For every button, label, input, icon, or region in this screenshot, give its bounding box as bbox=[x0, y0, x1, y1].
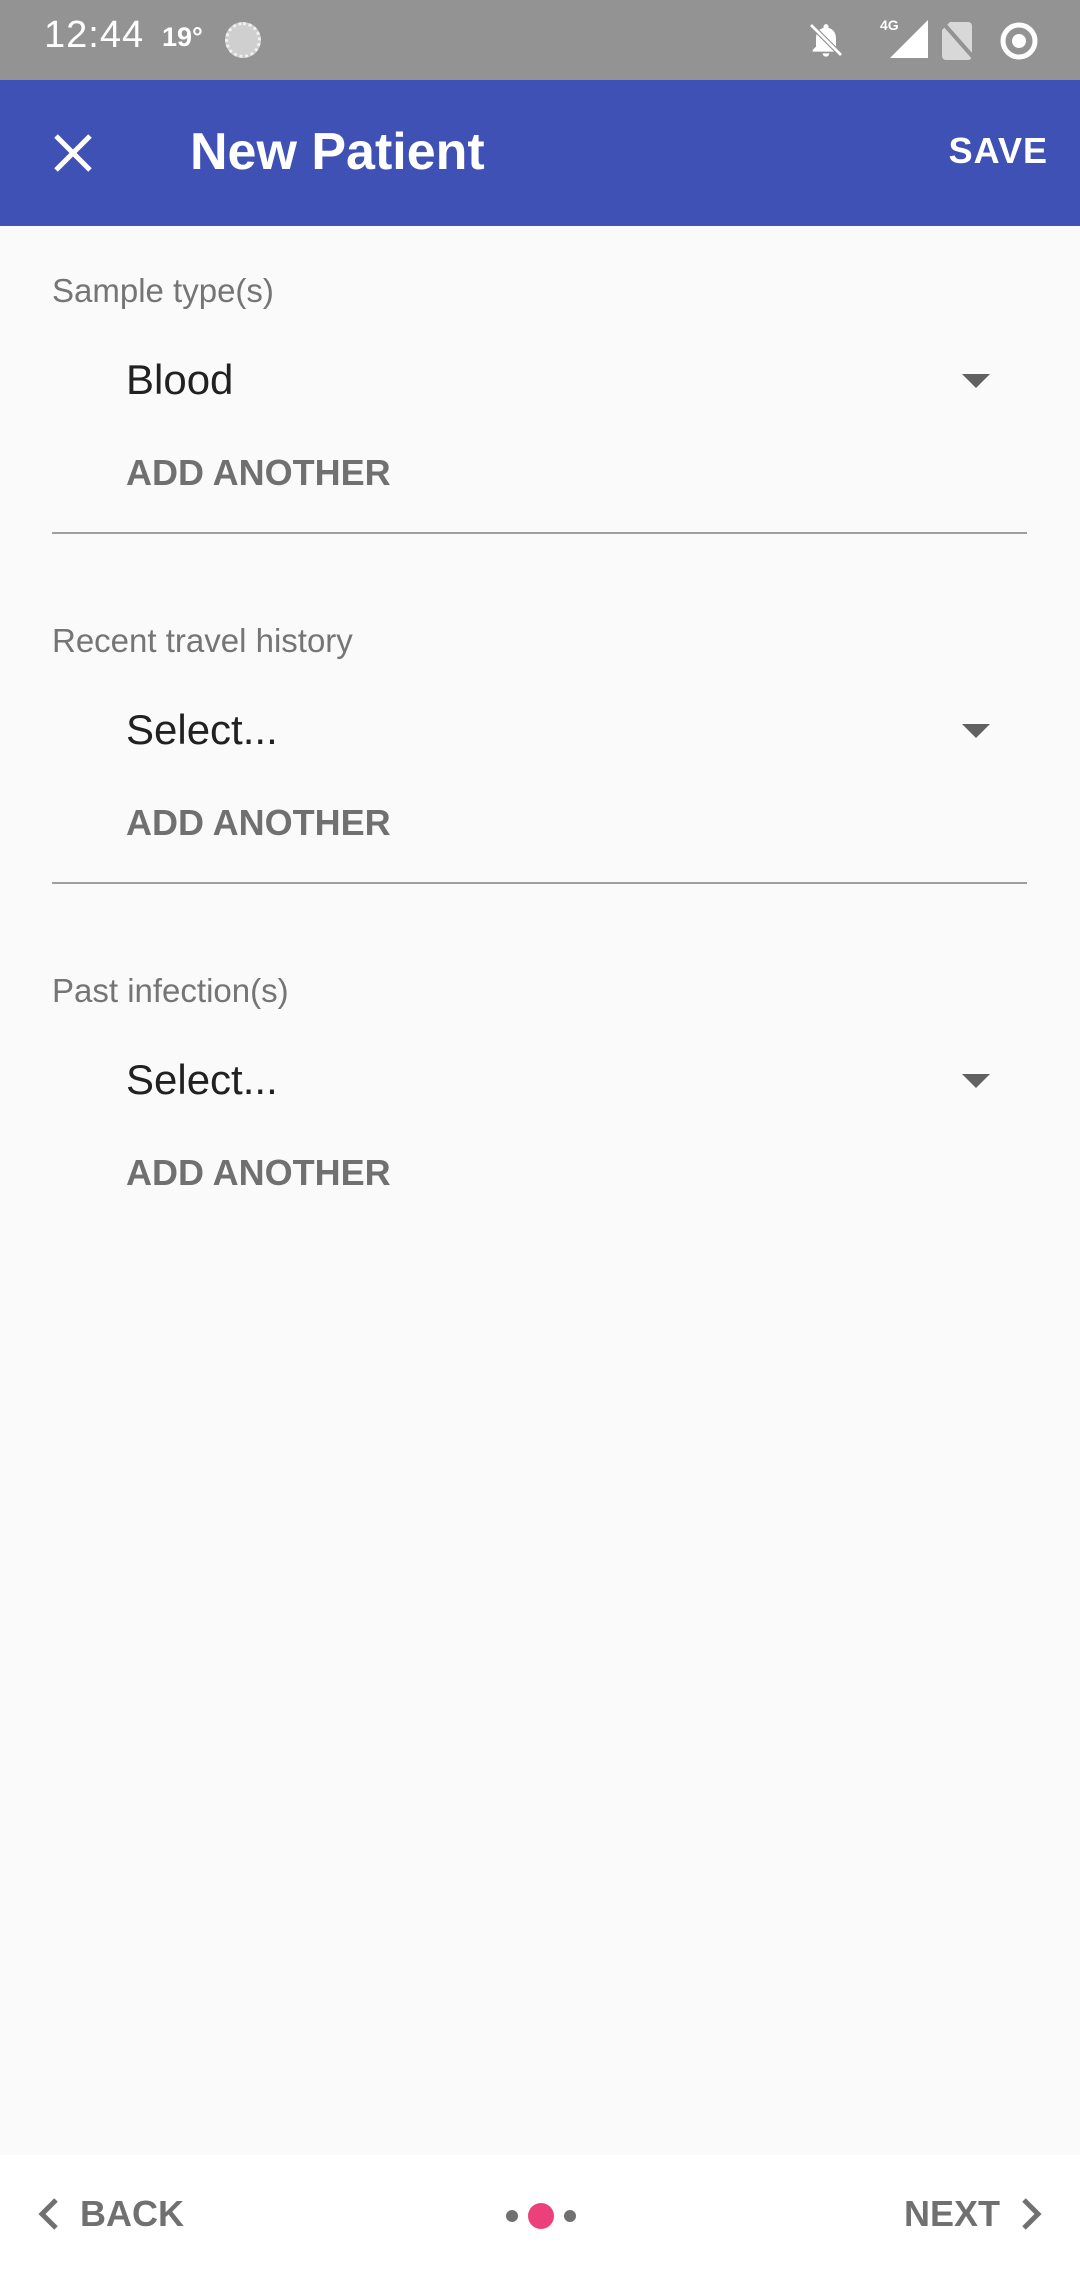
sample-type-label: Sample type(s) bbox=[52, 272, 274, 309]
divider bbox=[52, 532, 1027, 534]
add-another-travel-history-button[interactable]: ADD ANOTHER bbox=[126, 802, 391, 844]
next-button-label: NEXT bbox=[903, 2193, 1000, 2234]
page-dot-active bbox=[528, 2203, 554, 2229]
travel-history-label: Recent travel history bbox=[52, 622, 353, 659]
back-button[interactable]: BACK bbox=[36, 2193, 184, 2235]
status-temperature: 19° bbox=[162, 22, 203, 52]
app-bar: New Patient SAVE bbox=[0, 80, 1080, 226]
chevron-right-icon bbox=[1022, 2198, 1042, 2230]
page-dot bbox=[506, 2210, 518, 2222]
notifications-off-icon bbox=[806, 20, 846, 65]
save-button[interactable]: SAVE bbox=[949, 130, 1048, 172]
travel-history-section: Recent travel history Select... ADD ANOT… bbox=[52, 622, 1027, 922]
past-infections-section: Past infection(s) Select... ADD ANOTHER bbox=[52, 972, 1027, 1232]
sample-type-select[interactable]: Blood bbox=[52, 342, 1027, 422]
dropdown-arrow-icon bbox=[962, 724, 990, 738]
page-title: New Patient bbox=[190, 123, 485, 181]
past-infections-label: Past infection(s) bbox=[52, 972, 289, 1009]
weather-icon bbox=[225, 22, 261, 58]
sample-type-section: Sample type(s) Blood ADD ANOTHER bbox=[52, 272, 1027, 572]
page-dot bbox=[564, 2210, 576, 2222]
next-button[interactable]: NEXT bbox=[904, 2193, 1044, 2235]
sync-icon bbox=[998, 20, 1040, 67]
dropdown-arrow-icon bbox=[962, 1074, 990, 1088]
signal-icon: 4G bbox=[866, 16, 930, 65]
status-time: 12:44 bbox=[44, 14, 145, 56]
close-button[interactable] bbox=[28, 113, 118, 193]
no-sim-icon bbox=[940, 20, 976, 65]
status-bar: 12:44 19° 4G bbox=[0, 0, 1080, 80]
chevron-left-icon bbox=[38, 2198, 58, 2230]
travel-history-value: Select... bbox=[126, 706, 278, 753]
past-infections-value: Select... bbox=[126, 1056, 278, 1103]
bottom-navigation: BACK NEXT bbox=[0, 2155, 1080, 2280]
network-type-label: 4G bbox=[880, 17, 899, 33]
back-button-label: BACK bbox=[80, 2193, 184, 2234]
dropdown-arrow-icon bbox=[962, 374, 990, 388]
add-another-past-infection-button[interactable]: ADD ANOTHER bbox=[126, 1152, 391, 1194]
add-another-sample-type-button[interactable]: ADD ANOTHER bbox=[126, 452, 391, 494]
past-infections-select[interactable]: Select... bbox=[52, 1042, 1027, 1122]
travel-history-select[interactable]: Select... bbox=[52, 692, 1027, 772]
close-icon bbox=[54, 134, 92, 172]
sample-type-value: Blood bbox=[126, 356, 234, 403]
divider bbox=[52, 882, 1027, 884]
page-indicator bbox=[506, 2203, 576, 2229]
